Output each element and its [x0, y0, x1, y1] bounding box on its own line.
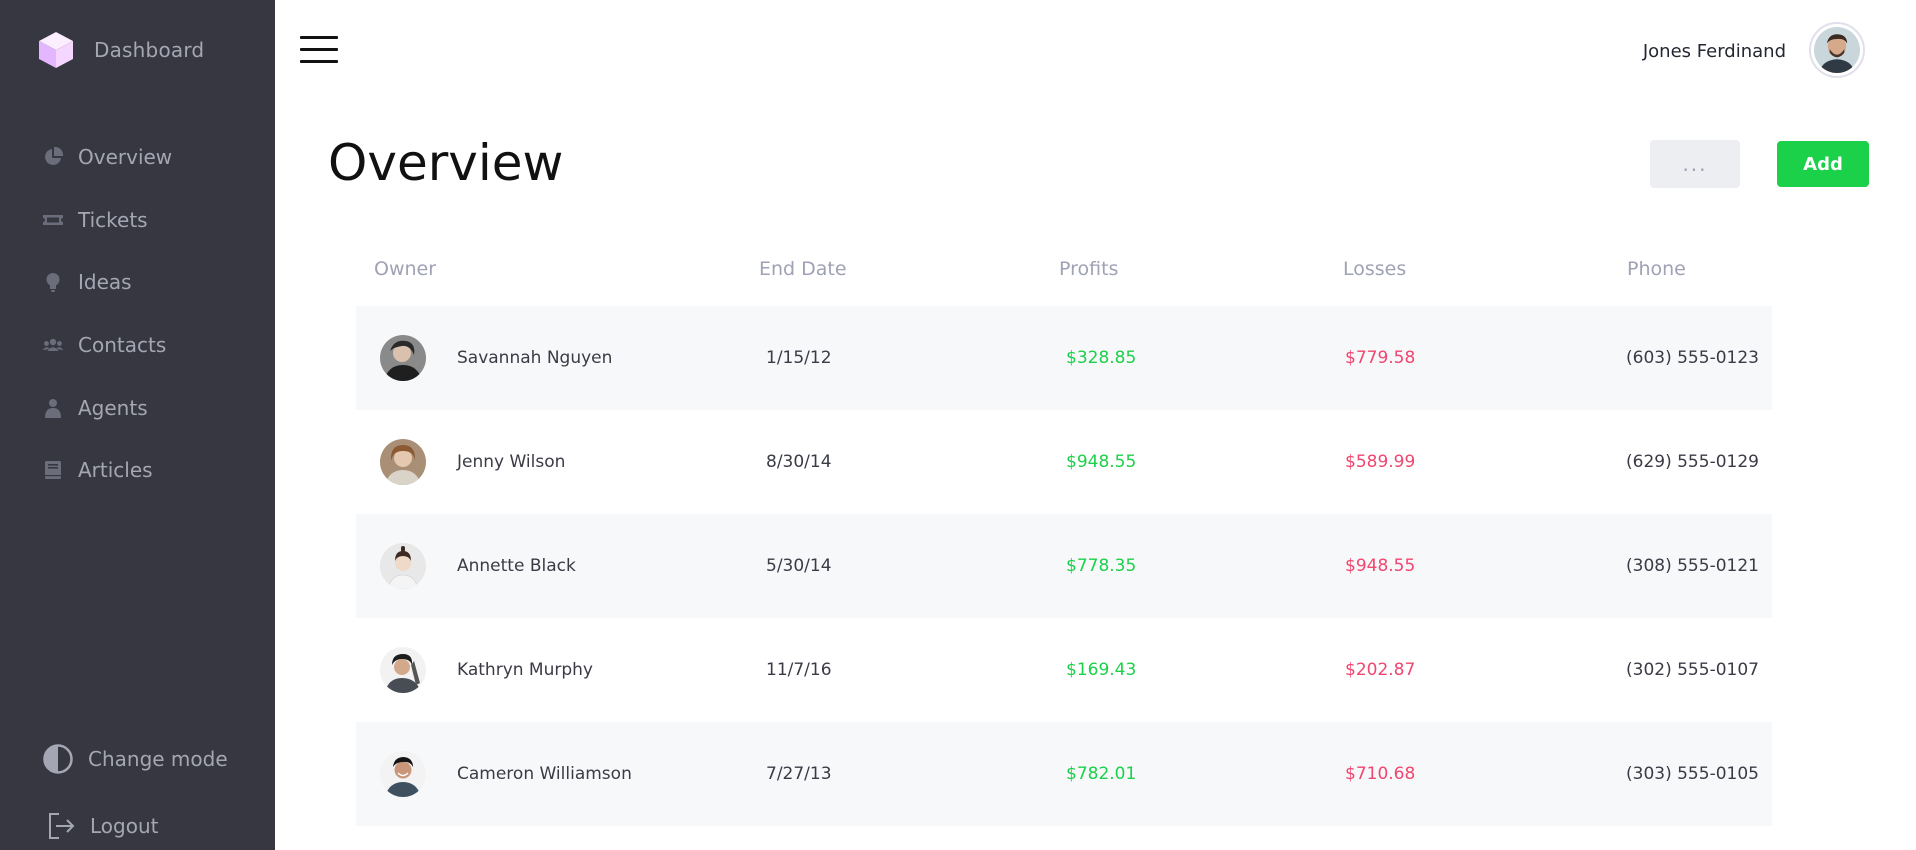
hamburger-line: [300, 36, 338, 39]
profits-value: $778.35: [1066, 556, 1137, 576]
owner-name: Kathryn Murphy: [457, 660, 593, 680]
sidebar-nav: Overview Tickets Ideas Contacts Agents A…: [0, 126, 275, 502]
user-avatar-image: [1814, 27, 1860, 73]
brand-label: Dashboard: [94, 38, 205, 62]
profits-value: $948.55: [1066, 452, 1137, 472]
user-name: Jones Ferdinand: [1642, 41, 1786, 62]
table-row[interactable]: Kathryn Murphy 11/7/16 $169.43 $202.87 (…: [356, 618, 1772, 722]
sidebar-item-label: Overview: [78, 145, 173, 170]
lightbulb-icon: [46, 273, 60, 293]
phone-number: (308) 555-0121: [1626, 556, 1759, 576]
column-header-losses: Losses: [1343, 258, 1407, 280]
end-date: 1/15/12: [766, 348, 832, 368]
pie-chart-icon: [45, 147, 64, 166]
owner-photo: [380, 439, 426, 485]
phone-number: (629) 555-0129: [1626, 452, 1759, 472]
profits-value: $782.01: [1066, 764, 1137, 784]
ticket-icon: [43, 214, 63, 225]
sidebar-item-label: Ideas: [78, 270, 132, 295]
page-title: Overview: [328, 134, 564, 192]
end-date: 5/30/14: [766, 556, 832, 576]
phone-number: (302) 555-0107: [1626, 660, 1759, 680]
contrast-icon: [43, 744, 73, 774]
sidebar: Dashboard Overview Tickets Ideas Contact…: [0, 0, 275, 850]
column-header-profits: Profits: [1059, 258, 1119, 280]
column-header-phone: Phone: [1627, 258, 1686, 280]
user-avatar[interactable]: [1809, 22, 1865, 78]
sidebar-item-articles[interactable]: Articles: [0, 439, 275, 502]
owner-name: Savannah Nguyen: [457, 348, 613, 368]
table-row[interactable]: Annette Black 5/30/14 $778.35 $948.55 (3…: [356, 514, 1772, 618]
add-button[interactable]: Add: [1777, 141, 1869, 187]
profits-value: $169.43: [1066, 660, 1137, 680]
table-header: Owner End Date Profits Losses Phone: [356, 248, 1772, 306]
hamburger-line: [300, 60, 338, 63]
sidebar-item-label: Contacts: [78, 333, 167, 358]
losses-value: $202.87: [1345, 660, 1416, 680]
phone-number: (303) 555-0105: [1626, 764, 1759, 784]
column-header-end-date: End Date: [759, 258, 847, 280]
sidebar-item-label: Agents: [78, 395, 148, 420]
table-row[interactable]: Cameron Williamson 7/27/13 $782.01 $710.…: [356, 722, 1772, 826]
owner-avatar: [380, 439, 426, 485]
losses-value: $589.99: [1345, 452, 1416, 472]
sidebar-item-tickets[interactable]: Tickets: [0, 189, 275, 252]
menu-toggle-button[interactable]: [300, 36, 338, 64]
logout-button[interactable]: Logout: [46, 811, 158, 841]
sidebar-item-label: Tickets: [78, 207, 148, 232]
owner-photo: [380, 543, 426, 589]
losses-value: $710.68: [1345, 764, 1416, 784]
logout-icon: [49, 813, 75, 839]
owner-photo: [380, 335, 426, 381]
owner-name: Cameron Williamson: [457, 764, 632, 784]
end-date: 11/7/16: [766, 660, 832, 680]
hamburger-line: [300, 48, 338, 51]
change-mode-label: Change mode: [88, 747, 228, 771]
book-icon: [45, 461, 61, 480]
sidebar-item-overview[interactable]: Overview: [0, 126, 275, 189]
users-icon: [42, 338, 64, 352]
overview-table: Owner End Date Profits Losses Phone Sava…: [356, 248, 1772, 826]
cube-logo-icon: [39, 32, 73, 68]
owner-avatar: [380, 751, 426, 797]
column-header-owner: Owner: [374, 258, 437, 280]
sidebar-item-contacts[interactable]: Contacts: [0, 314, 275, 377]
sidebar-item-ideas[interactable]: Ideas: [0, 251, 275, 314]
more-options-button[interactable]: ...: [1650, 140, 1740, 188]
owner-name: Jenny Wilson: [457, 452, 566, 472]
owner-avatar: [380, 335, 426, 381]
phone-number: (603) 555-0123: [1626, 348, 1759, 368]
owner-name: Annette Black: [457, 556, 576, 576]
table-row[interactable]: Jenny Wilson 8/30/14 $948.55 $589.99 (62…: [356, 410, 1772, 514]
change-mode-button[interactable]: Change mode: [42, 743, 228, 775]
owner-avatar: [380, 543, 426, 589]
owner-photo: [380, 647, 426, 693]
agent-icon: [45, 398, 61, 418]
end-date: 7/27/13: [766, 764, 832, 784]
sidebar-item-label: Articles: [78, 458, 153, 483]
profits-value: $328.85: [1066, 348, 1137, 368]
losses-value: $779.58: [1345, 348, 1416, 368]
end-date: 8/30/14: [766, 452, 832, 472]
table-row[interactable]: Savannah Nguyen 1/15/12 $328.85 $779.58 …: [356, 306, 1772, 410]
owner-photo: [380, 751, 426, 797]
sidebar-item-agents[interactable]: Agents: [0, 376, 275, 439]
brand[interactable]: Dashboard: [36, 30, 204, 70]
owner-avatar: [380, 647, 426, 693]
logout-label: Logout: [90, 814, 159, 838]
losses-value: $948.55: [1345, 556, 1416, 576]
